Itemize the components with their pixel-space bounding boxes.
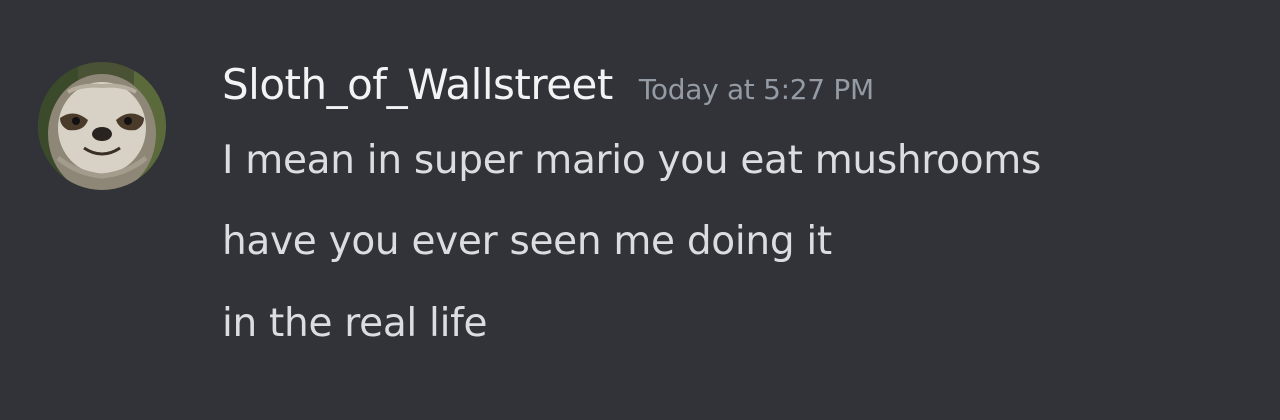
message-line: I mean in super mario you eat mushrooms xyxy=(222,138,1041,183)
message-header: Sloth_of_Wallstreet Today at 5:27 PM xyxy=(222,60,874,109)
message-line: have you ever seen me doing it xyxy=(222,219,832,264)
sloth-avatar-icon[interactable] xyxy=(38,62,166,190)
message-line: in the real life xyxy=(222,301,488,346)
chat-message: Sloth_of_Wallstreet Today at 5:27 PM I me… xyxy=(0,0,1280,420)
timestamp[interactable]: Today at 5:27 PM xyxy=(639,73,874,106)
username[interactable]: Sloth_of_Wallstreet xyxy=(222,60,613,109)
